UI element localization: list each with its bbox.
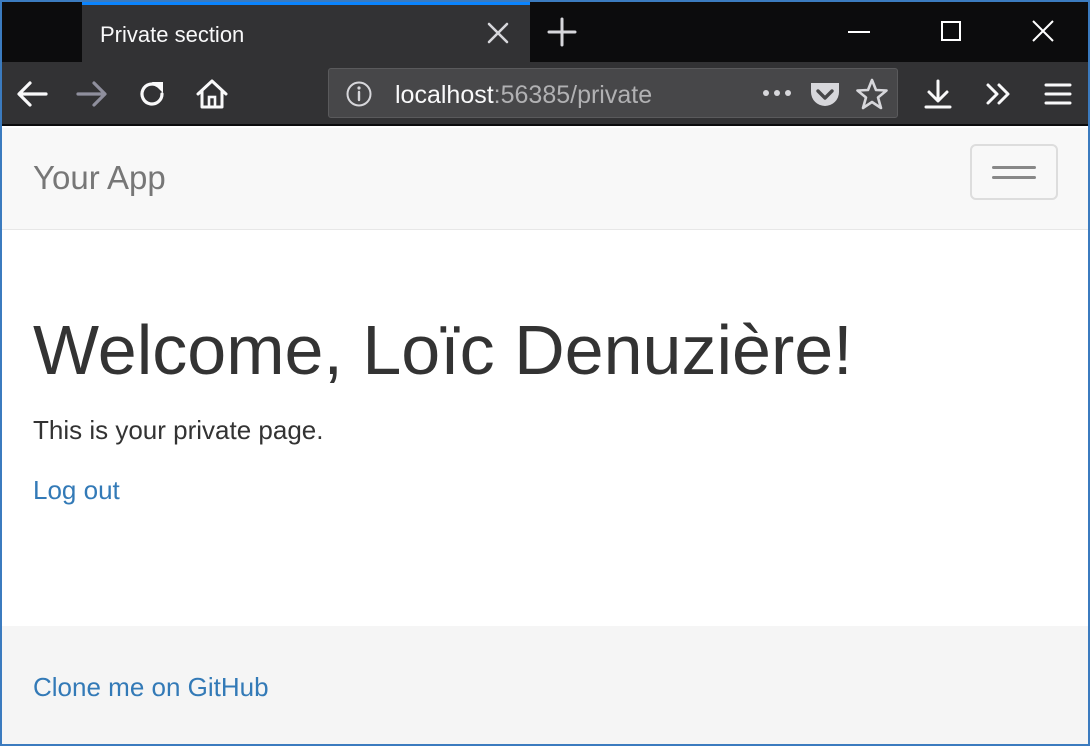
close-icon[interactable] [484,19,512,47]
download-icon[interactable] [920,76,956,112]
url-text[interactable]: localhost:56385/private [395,81,652,110]
tab-strip: Private section [2,2,1088,62]
url-host: localhost [395,81,494,109]
main-content: Welcome, Loïc Denuzière! This is your pr… [2,230,1088,626]
home-icon[interactable] [194,76,230,112]
hamburger-bar [992,176,1036,179]
address-bar[interactable]: localhost:56385/private [328,68,898,118]
double-chevron-icon[interactable] [980,76,1016,112]
url-path: :56385/private [493,81,653,109]
plus-icon[interactable] [546,16,578,48]
app-brand[interactable]: Your App [33,159,166,197]
info-icon[interactable] [345,80,373,108]
back-arrow-icon[interactable] [14,76,50,112]
minimize-icon[interactable] [844,16,874,46]
browser-window: Private section localhost:56385/private … [0,0,1090,746]
hamburger-bar [992,166,1036,169]
reload-icon[interactable] [134,76,170,112]
github-link[interactable]: Clone me on GitHub [33,672,269,703]
more-dots-icon[interactable] [759,79,795,107]
tab-title: Private section [100,22,245,47]
star-icon[interactable] [855,77,889,111]
forward-arrow-icon[interactable] [74,76,110,112]
maximize-icon[interactable] [936,16,966,46]
app-navbar: Your App [2,128,1088,230]
tab-private-section[interactable]: Private section [82,2,530,62]
logout-link[interactable]: Log out [33,475,120,506]
hamburger-icon[interactable] [1040,76,1076,112]
page-footer: Clone me on GitHub [2,626,1088,744]
close-icon[interactable] [1028,16,1058,46]
pocket-icon[interactable] [809,79,841,109]
intro-text: This is your private page. [33,415,324,445]
browser-toolbar: localhost:56385/private [2,62,1088,126]
navbar-toggle-button[interactable] [970,144,1058,200]
page-title: Welcome, Loïc Denuzière! [33,311,853,389]
